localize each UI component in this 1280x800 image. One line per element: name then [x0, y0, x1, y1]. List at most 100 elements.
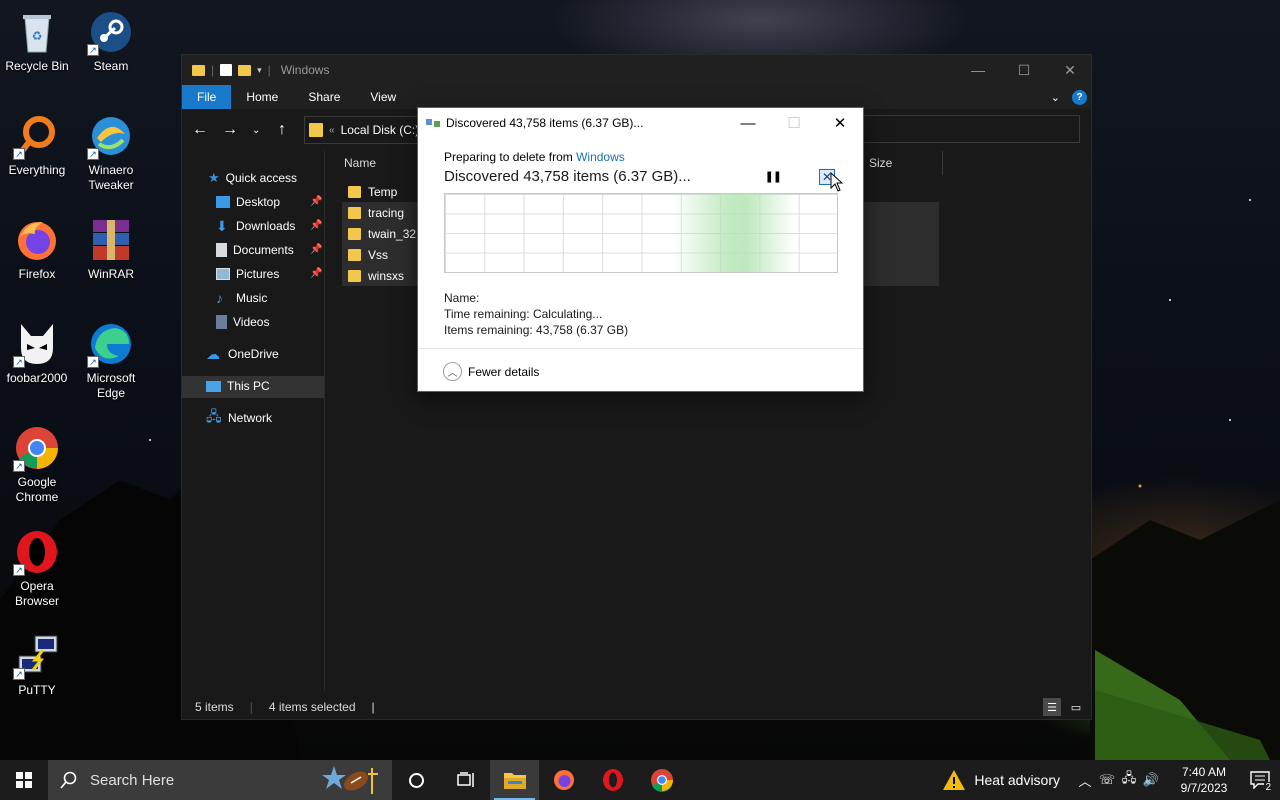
new-folder-icon[interactable]	[238, 64, 252, 76]
pin-icon[interactable]: 📌	[310, 244, 322, 255]
desktop-icon-putty[interactable]: ↗ PuTTY	[0, 632, 74, 698]
source-folder-link[interactable]: Windows	[576, 150, 625, 164]
start-button[interactable]	[0, 760, 48, 800]
pin-icon[interactable]: 📌	[310, 220, 322, 231]
winaero-tweaker-icon: ↗	[87, 112, 135, 160]
taskbar-firefox[interactable]	[539, 760, 588, 800]
nav-item-music[interactable]: ♪ Music	[216, 287, 267, 309]
preparing-prefix: Preparing to delete from	[444, 150, 573, 164]
recent-locations-chevron-icon[interactable]: ⌄	[252, 125, 260, 136]
discovered-headline: Discovered 43,758 items (6.37 GB)...	[444, 168, 691, 185]
desktop-icon-label: Winaero Tweaker	[88, 163, 134, 192]
firefox-icon	[553, 770, 574, 790]
details-view-icon[interactable]: ☰	[1043, 698, 1061, 716]
desktop-icon-foobar2000[interactable]: ↗ foobar2000	[0, 320, 74, 386]
tab-view[interactable]: View	[355, 85, 411, 109]
progress-details: Name: Time remaining: Calculating... Ite…	[444, 290, 837, 338]
video-icon	[216, 315, 227, 329]
window-title: Windows	[280, 63, 330, 77]
desktop-icon-everything[interactable]: ↗ Everything	[0, 112, 74, 178]
desktop-icon-label: Recycle Bin	[5, 59, 69, 73]
desktop-icon-steam[interactable]: ↗ Steam	[74, 8, 148, 74]
close-icon[interactable]: ✕	[1047, 55, 1093, 85]
taskbar-file-explorer[interactable]	[490, 760, 539, 800]
nav-label: Documents	[233, 243, 294, 257]
back-arrow-icon[interactable]: ←	[192, 121, 208, 139]
weather-text: Heat advisory	[974, 772, 1060, 788]
weather-widget[interactable]: Heat advisory	[942, 769, 1060, 791]
file-name: Vss	[368, 247, 389, 262]
column-header-name[interactable]: Name	[344, 151, 376, 175]
desktop-icon-microsoft-edge[interactable]: ↗ Microsoft Edge	[74, 320, 148, 401]
desktop-icon-firefox[interactable]: Firefox	[0, 216, 74, 282]
desktop-icon-winrar[interactable]: WinRAR	[74, 216, 148, 282]
detail-time-label: Time remaining:	[444, 307, 530, 321]
nav-label: This PC	[227, 379, 270, 393]
view-switcher: ☰ ▭	[1043, 698, 1085, 716]
chrome-icon	[650, 769, 673, 792]
nav-item-network[interactable]: 🖧 Network	[206, 407, 272, 429]
close-icon[interactable]: ✕	[817, 108, 863, 138]
search-input[interactable]	[862, 115, 1080, 143]
pin-icon[interactable]: 📌	[310, 268, 322, 279]
desktop-icon	[216, 196, 230, 208]
firefox-icon	[13, 216, 61, 264]
desktop-icon-google-chrome[interactable]: ↗ Google Chrome	[0, 424, 74, 505]
show-hidden-icons-chevron-icon[interactable]: ︿	[1074, 771, 1096, 790]
dialog-separator	[418, 348, 863, 349]
desktop-icon-winaero-tweaker[interactable]: ↗ Winaero Tweaker	[74, 112, 148, 193]
pause-icon[interactable]: ❚❚	[765, 170, 782, 183]
nav-item-onedrive[interactable]: ☁ OneDrive	[206, 343, 279, 365]
up-arrow-icon[interactable]: ↑	[274, 121, 290, 139]
item-count: 5 items	[195, 700, 234, 714]
nav-item-documents[interactable]: Documents	[216, 239, 294, 261]
nav-item-downloads[interactable]: ⬇ Downloads	[216, 215, 295, 237]
nav-item-videos[interactable]: Videos	[216, 311, 269, 333]
pin-icon[interactable]: 📌	[310, 196, 322, 207]
nav-item-this-pc[interactable]: This PC	[206, 375, 270, 397]
breadcrumb-overflow-icon[interactable]: «	[329, 125, 335, 136]
column-divider[interactable]	[942, 151, 943, 175]
tab-home[interactable]: Home	[231, 85, 293, 109]
nav-item-pictures[interactable]: Pictures	[216, 263, 279, 285]
column-header-size[interactable]: Size	[869, 151, 892, 175]
properties-icon[interactable]	[220, 64, 233, 76]
task-view-button[interactable]	[441, 760, 490, 800]
network-status-icon[interactable]: 🖧	[1118, 769, 1140, 791]
clock-date: 9/7/2023	[1180, 781, 1228, 795]
cortana-button[interactable]	[392, 760, 441, 800]
fewer-details-button[interactable]: ︿ Fewer details	[443, 362, 539, 381]
delete-operation-icon	[426, 117, 440, 129]
maximize-icon[interactable]: ☐	[1001, 55, 1047, 85]
svg-text:♻: ♻	[32, 29, 43, 43]
taskbar-opera[interactable]	[588, 760, 637, 800]
forward-arrow-icon[interactable]: →	[222, 121, 238, 139]
minimize-icon[interactable]: —	[955, 55, 1001, 85]
nav-item-desktop[interactable]: Desktop	[216, 191, 280, 213]
customize-toolbar-icon[interactable]: ▾	[257, 65, 262, 76]
tab-file[interactable]: File	[182, 85, 232, 109]
search-highlight-football-icon	[322, 764, 382, 799]
desktop-icon-opera-browser[interactable]: ↗ Opera Browser	[0, 528, 74, 609]
expand-ribbon-icon[interactable]: ⌄	[1051, 91, 1060, 104]
breadcrumb[interactable]: Local Disk (C:)	[341, 123, 420, 137]
separator: |	[371, 700, 375, 714]
taskbar-search-box[interactable]: Search Here	[48, 760, 392, 800]
shortcut-arrow-icon: ↗	[87, 148, 99, 160]
large-icons-view-icon[interactable]: ▭	[1067, 698, 1085, 716]
pane-divider[interactable]	[324, 151, 325, 691]
meet-now-icon[interactable]: ☏	[1096, 772, 1118, 788]
volume-icon[interactable]: 🔊	[1140, 772, 1162, 788]
file-name: tracing	[368, 205, 405, 220]
address-bar[interactable]: « Local Disk (C:) ›	[304, 116, 434, 144]
action-center-button[interactable]: 2	[1240, 760, 1280, 800]
clock[interactable]: 7:40 AM 9/7/2023	[1168, 764, 1240, 796]
taskbar-chrome[interactable]	[637, 760, 686, 800]
help-icon[interactable]: ?	[1072, 89, 1087, 105]
navigation-pane: ★ Quick access Desktop 📌 ⬇ Downloads 📌 D…	[182, 151, 324, 691]
minimize-icon[interactable]: —	[725, 108, 771, 138]
nav-item-quick-access[interactable]: ★ Quick access	[208, 167, 297, 189]
tab-share[interactable]: Share	[293, 85, 355, 109]
desktop-icon-recycle-bin[interactable]: ♻ Recycle Bin	[0, 8, 74, 74]
desktop-icon-label: Firefox	[18, 267, 56, 281]
